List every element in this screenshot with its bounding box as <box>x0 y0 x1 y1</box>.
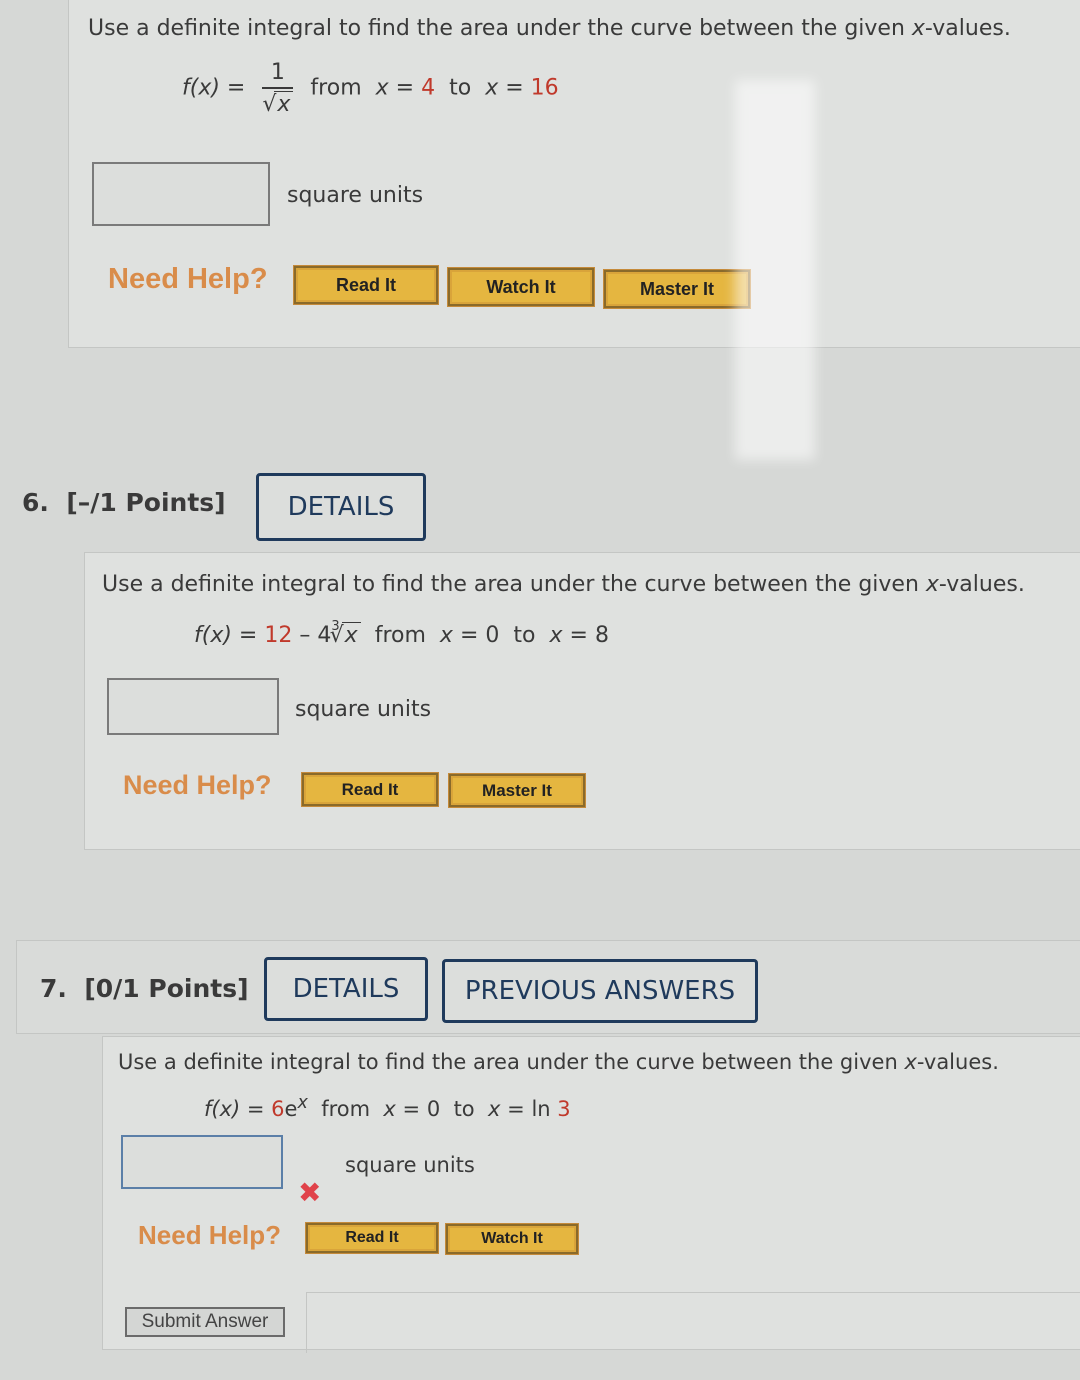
submit-answer-button[interactable]: Submit Answer <box>125 1307 285 1337</box>
function-lhs: f(x) = <box>194 623 258 648</box>
root-index: 3 <box>331 619 340 634</box>
question-5-watch-it-button[interactable]: Watch It <box>447 267 595 307</box>
question-7-read-it-button[interactable]: Read It <box>305 1222 439 1254</box>
radicand: x <box>341 622 361 648</box>
lower-bound: 0 <box>426 1097 441 1121</box>
question-number: 6. <box>22 488 49 517</box>
question-5-answer-input[interactable] <box>92 162 270 226</box>
question-7-watch-it-button[interactable]: Watch It <box>445 1223 579 1255</box>
prompt-suffix: -values. <box>938 572 1025 597</box>
screen-glare <box>735 80 815 460</box>
lower-bound: 0 <box>485 623 500 648</box>
question-7-function: f(x) = 6ex from x = 0 to x = ln 3 <box>204 1093 571 1121</box>
incorrect-x-icon: ✖ <box>298 1176 322 1209</box>
upper-var: x <box>488 1097 501 1121</box>
question-5-units: square units <box>287 183 424 208</box>
equals: = <box>569 623 588 648</box>
question-6-prompt: Use a definite integral to find the area… <box>102 572 1025 597</box>
fraction: 1 √x <box>262 60 294 117</box>
lower-bound: 4 <box>421 75 436 101</box>
question-6-header: 6. [–/1 Points] <box>22 488 226 517</box>
function-term: – 4 <box>299 623 332 648</box>
upper-bound-ln: ln <box>531 1097 551 1121</box>
upper-bound: 8 <box>594 623 609 648</box>
submit-area-divider <box>306 1292 1080 1353</box>
question-6-read-it-button[interactable]: Read It <box>301 772 439 807</box>
upper-var: x <box>549 623 563 648</box>
function-coefficient: 6 <box>271 1097 285 1121</box>
to-label: to <box>449 75 472 101</box>
question-6-units: square units <box>295 697 432 722</box>
prompt-var: x <box>925 572 939 597</box>
function-lhs: f(x) = <box>182 75 246 101</box>
equals: = <box>402 1097 421 1121</box>
question-5-function: f(x) = 1 √x from x = 4 to x = 16 <box>182 60 559 117</box>
question-7-details-button[interactable]: DETAILS <box>264 957 428 1021</box>
question-6-master-it-button[interactable]: Master It <box>448 773 586 808</box>
question-7-answer-input[interactable] <box>121 1135 283 1189</box>
lower-var: x <box>439 623 453 648</box>
lower-var: x <box>383 1097 396 1121</box>
function-base: e <box>284 1097 298 1121</box>
prompt-text: Use a definite integral to find the area… <box>118 1050 905 1074</box>
question-5-prompt: Use a definite integral to find the area… <box>88 16 1011 41</box>
from-label: from <box>321 1097 371 1121</box>
prompt-suffix: -values. <box>924 16 1011 41</box>
question-6-answer-input[interactable] <box>107 678 279 735</box>
points-label: [0/1 Points] <box>84 974 249 1003</box>
upper-bound: 3 <box>557 1097 571 1121</box>
to-label: to <box>513 623 536 648</box>
function-lhs: f(x) = <box>204 1097 265 1121</box>
question-7-previous-answers-button[interactable]: PREVIOUS ANSWERS <box>442 959 758 1023</box>
function-constant: 12 <box>264 623 293 648</box>
lower-var: x <box>375 75 389 101</box>
question-7-header: 7. [0/1 Points] <box>40 974 249 1003</box>
equals: = <box>395 75 415 101</box>
radicand: x <box>274 91 294 117</box>
prompt-var: x <box>911 16 925 41</box>
question-5-master-it-button[interactable]: Master It <box>603 269 751 309</box>
equals: = <box>505 75 524 101</box>
from-label: from <box>374 623 426 648</box>
question-5-need-help: Need Help? <box>108 263 268 295</box>
prompt-text: Use a definite integral to find the area… <box>102 572 926 597</box>
question-7-units: square units <box>345 1153 475 1177</box>
question-5-read-it-button[interactable]: Read It <box>293 265 439 305</box>
from-label: from <box>310 75 362 101</box>
question-7-need-help: Need Help? <box>138 1220 282 1250</box>
prompt-var: x <box>904 1050 917 1074</box>
question-6-function: f(x) = 12 – 43√x from x = 0 to x = 8 <box>194 619 609 648</box>
numerator: 1 <box>262 60 294 89</box>
prompt-suffix: -values. <box>916 1050 999 1074</box>
equals: = <box>507 1097 525 1121</box>
question-6-need-help: Need Help? <box>123 770 272 800</box>
upper-bound: 16 <box>530 75 559 101</box>
to-label: to <box>453 1097 475 1121</box>
points-label: [–/1 Points] <box>66 488 226 517</box>
question-6-details-button[interactable]: DETAILS <box>256 473 426 541</box>
question-number: 7. <box>40 974 67 1003</box>
prompt-text: Use a definite integral to find the area… <box>88 16 912 41</box>
denominator: √x <box>262 89 294 117</box>
equals: = <box>459 623 479 648</box>
function-exponent: x <box>297 1093 308 1113</box>
upper-var: x <box>485 75 499 101</box>
question-7-prompt: Use a definite integral to find the area… <box>118 1050 999 1074</box>
